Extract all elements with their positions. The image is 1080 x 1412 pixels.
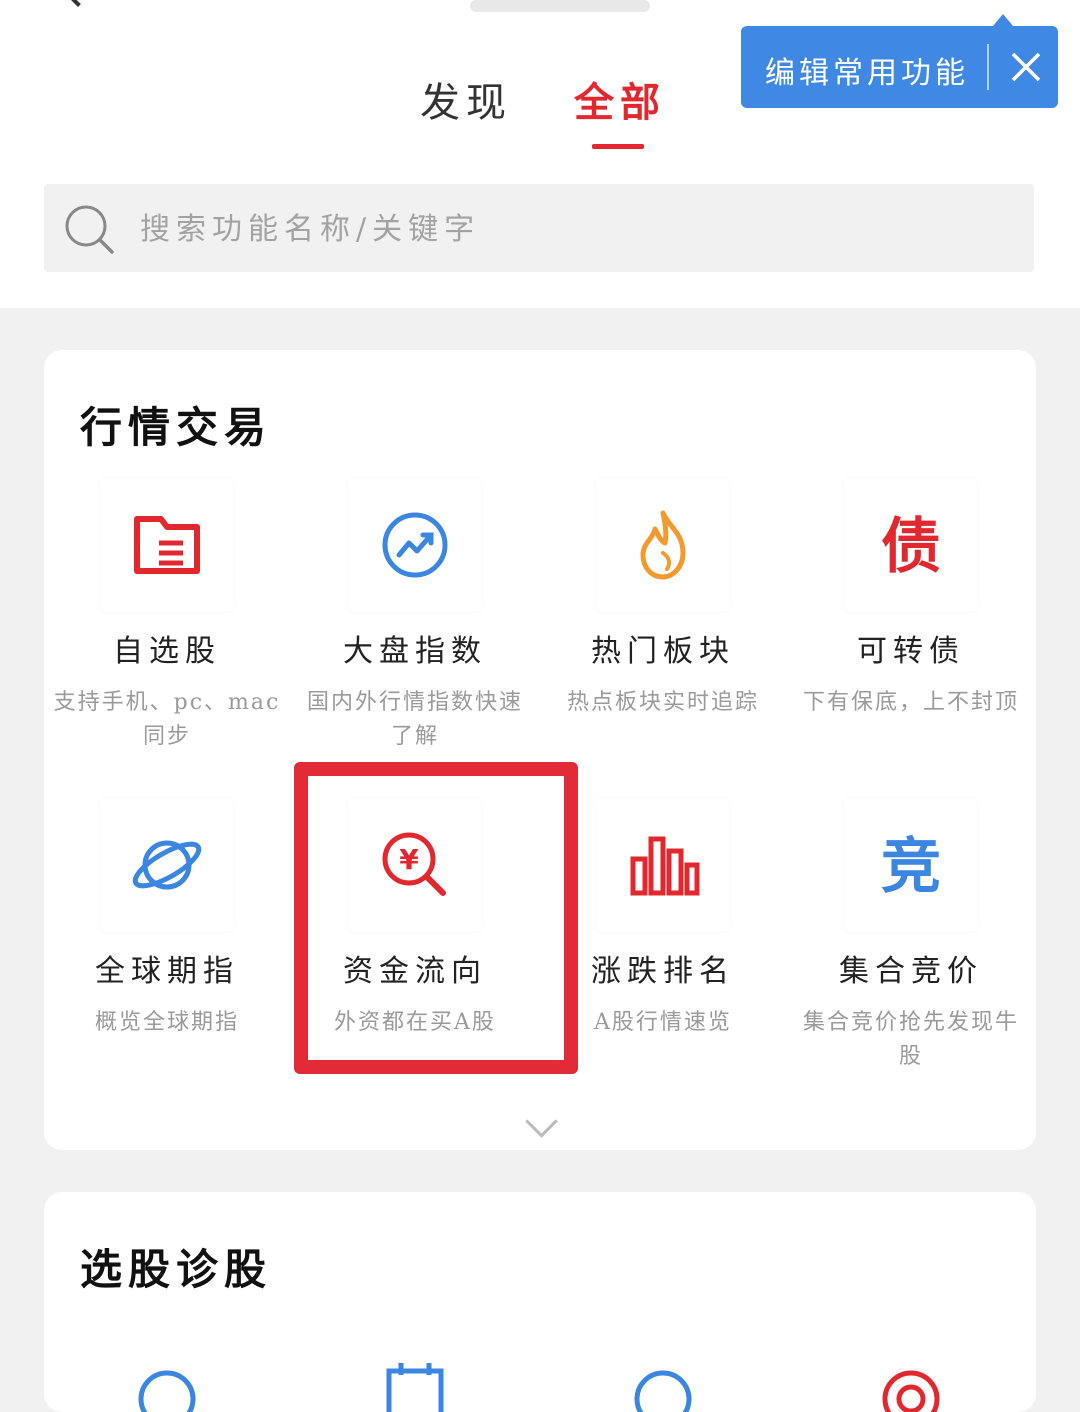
function-name: 热门板块 [591,634,735,669]
function-global-futures[interactable]: 全球期指 概览全球期指 [44,798,290,1088]
target-icon[interactable] [844,1322,978,1412]
function-name: 可转债 [857,634,965,669]
tab-discover[interactable]: 发现 [420,70,512,128]
gauge-icon[interactable] [596,1322,730,1412]
tab-all[interactable]: 全部 [574,70,666,128]
function-call-auction[interactable]: 竞 集合竞价 集合竞价抢先发现牛股 [788,798,1034,1088]
top-header: 发现 全部 编辑常用功能 [0,0,1080,308]
function-market-index[interactable]: 大盘指数 国内外行情指数快速了解 [292,478,538,768]
function-desc: 集合竞价抢先发现牛股 [802,1010,1019,1069]
function-name: 全球期指 [95,954,239,989]
popup-divider [987,44,989,90]
edit-common-functions-label[interactable]: 编辑常用功能 [765,48,969,92]
popup-arrow [993,14,1013,26]
active-tab-indicator [592,144,644,149]
function-desc: 概览全球期指 [94,1010,239,1035]
planet-icon [100,798,234,932]
calendar-icon[interactable] [348,1322,482,1412]
flame-icon [596,478,730,612]
function-desc: 支持手机、pc、mac同步 [53,690,281,749]
section-title: 行情交易 [80,403,273,452]
function-watchlist[interactable]: 自选股 支持手机、pc、mac同步 [44,478,290,768]
function-hot-sectors[interactable]: 热门板块 热点板块实时追踪 [540,478,786,768]
function-desc: 下有保底，上不封顶 [802,690,1019,715]
folder-icon [100,478,234,612]
bar-chart-icon [596,798,730,932]
bond-glyph: 债 [881,512,941,582]
back-icon[interactable] [61,0,95,7]
function-name: 大盘指数 [343,634,487,669]
section-stock-picking: 选股诊股 [44,1192,1036,1412]
function-name: 集合竞价 [839,954,983,989]
search-bar[interactable] [44,184,1034,272]
edit-common-functions-popup[interactable]: 编辑常用功能 [741,14,1058,108]
function-name: 自选股 [113,634,221,669]
stock-picking-icon[interactable] [100,1322,234,1412]
trend-icon [348,478,482,612]
expand-chevron-icon[interactable] [525,1105,558,1138]
function-convertible-bond[interactable]: 债 可转债 下有保底，上不封顶 [788,478,1034,768]
close-icon[interactable] [1003,44,1049,90]
function-desc: A股行情速览 [594,1010,732,1035]
capital-flow-highlight-box [294,762,578,1074]
auction-glyph: 竞 [881,832,941,902]
auction-icon: 竞 [844,798,978,932]
search-icon [62,202,116,256]
bond-icon: 债 [844,478,978,612]
function-desc: 国内外行情指数快速了解 [306,690,523,749]
section-title: 选股诊股 [80,1245,273,1294]
title-placeholder [470,0,650,12]
function-desc: 热点板块实时追踪 [566,690,759,715]
search-input[interactable] [138,202,1002,256]
